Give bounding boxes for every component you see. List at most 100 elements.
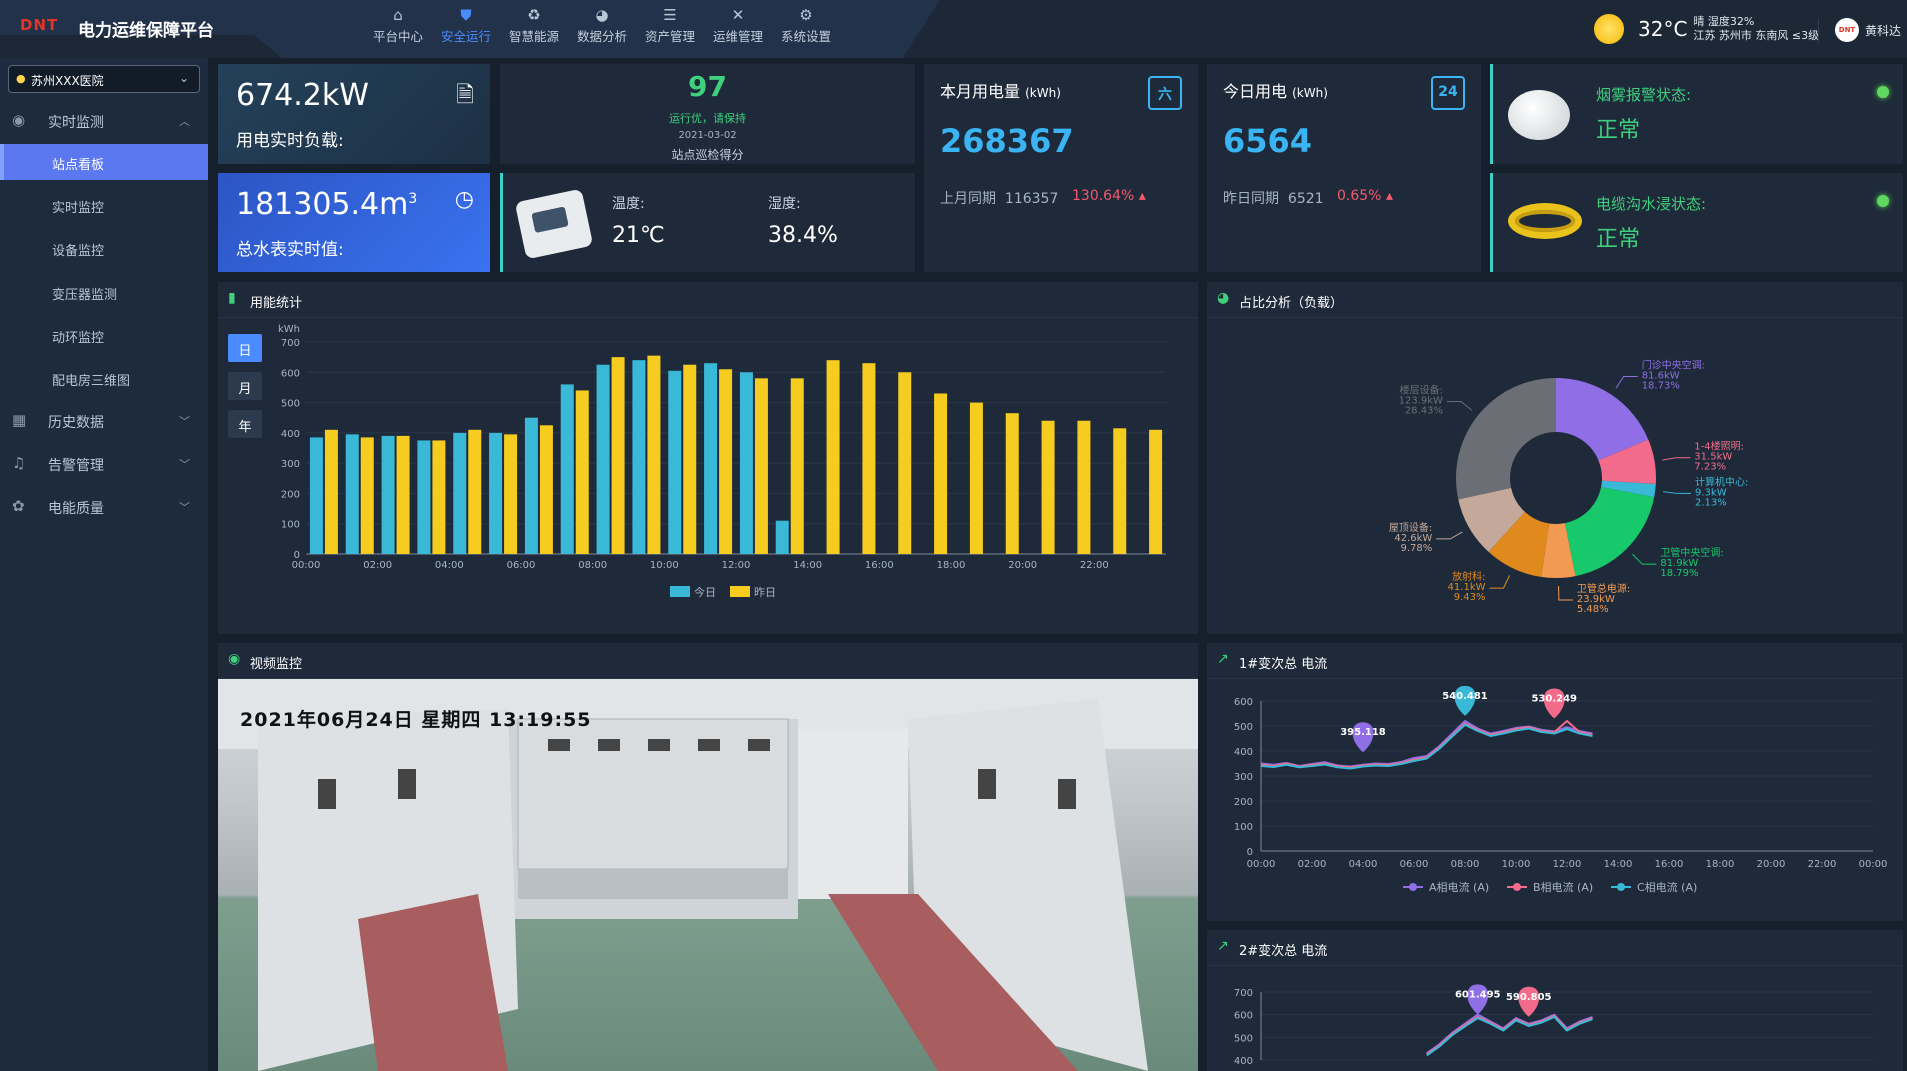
card-accent <box>500 173 503 272</box>
menu-group-label: 实时监测 <box>48 115 104 131</box>
menu-group-realtime[interactable]: ◉ 实时监测 ︿ <box>0 104 208 138</box>
temp-value: 21℃ <box>612 223 665 248</box>
panel-header: ◉ 视频监控 <box>218 643 1198 679</box>
power-doc-icon: 🗎 <box>456 83 474 108</box>
legend-swatch <box>730 586 750 597</box>
line-chart-icon: ↗ <box>1217 651 1229 667</box>
bar-yesterday <box>1113 428 1127 554</box>
x-tick-label: 02:00 <box>1298 859 1327 870</box>
month-usage-title: 本月用电量 (kWh) <box>940 78 1061 102</box>
menu-group-alarm[interactable]: ♫ 告警管理 ﹀ <box>0 447 208 481</box>
menu-group-quality[interactable]: ✿ 电能质量 ﹀ <box>0 490 208 524</box>
y-tick-label: 500 <box>1234 1033 1253 1044</box>
switchgear-room-image <box>218 679 1198 1071</box>
x-tick-label: 20:00 <box>1757 859 1786 870</box>
pie-slice <box>1456 378 1556 500</box>
site-select[interactable]: ● 苏州XXX医院 ⌄ <box>8 65 200 93</box>
x-tick-label: 22:00 <box>1080 560 1109 571</box>
period-month-button[interactable]: 月 <box>228 372 262 400</box>
nav-item-platform[interactable]: ⌂ 平台中心 <box>364 6 432 45</box>
pie-label-pct: 28.43% <box>1405 406 1443 417</box>
period-year-button[interactable]: 年 <box>228 410 262 438</box>
max-marker-label: 540.481 <box>1442 691 1488 702</box>
x-tick-label: 02:00 <box>363 560 392 571</box>
pie-icon: ◕ <box>595 6 609 24</box>
today-cmp-label: 昨日同期 <box>1223 191 1279 207</box>
panel-header: ▮ 用能统计 <box>218 282 1198 318</box>
sidebar-item-transformer[interactable]: 变压器监测 <box>0 274 208 310</box>
monitor-icon: ◉ <box>12 111 26 129</box>
x-tick-label: 10:00 <box>1502 859 1531 870</box>
y-tick-label: 700 <box>1234 988 1253 999</box>
bar-yesterday <box>683 364 697 554</box>
nav-label: 运维管理 <box>712 29 763 44</box>
nav-item-analysis[interactable]: ◕ 数据分析 <box>568 6 636 45</box>
bar-yesterday <box>969 402 983 554</box>
y-tick-label: 700 <box>281 338 300 349</box>
max-marker-label: 590.805 <box>1506 992 1552 1003</box>
card-accent <box>1490 173 1493 272</box>
user-name: 黄科达 <box>1865 23 1902 38</box>
x-tick-label: 10:00 <box>650 560 679 571</box>
month-unit: (kWh) <box>1025 86 1061 100</box>
sidebar-item-site-board[interactable]: 站点看板 <box>0 144 208 180</box>
water-label: 总水表实时值: <box>236 240 344 260</box>
bar-yesterday <box>396 435 410 554</box>
nav-item-assets[interactable]: ☰ 资产管理 <box>636 6 704 45</box>
video-feed[interactable]: 2021年06月24日 星期四 13:19:55 <box>218 679 1198 1071</box>
today-compare: 昨日同期 6521 <box>1223 188 1324 208</box>
bar-yesterday <box>1005 413 1019 554</box>
bar-yesterday <box>1149 429 1163 554</box>
energy-bar-chart: kWh010020030040050060070000:00 02:00 04:00… <box>278 324 1166 599</box>
period-day-button[interactable]: 日 <box>228 334 262 362</box>
bar-yesterday <box>575 390 589 554</box>
series-line <box>1260 720 1593 768</box>
water-unit-sup: 3 <box>408 191 418 207</box>
x-tick-label: 22:00 <box>1808 859 1837 870</box>
chevron-up-icon: ︿ <box>179 115 190 128</box>
arrow-up-icon: ▴ <box>1138 188 1146 204</box>
x-tick-label: 12:00 <box>722 560 751 571</box>
user-menu[interactable]: DNT 黄科达 <box>1818 18 1901 42</box>
panel-title: 占比分析（负载） <box>1239 296 1344 311</box>
bar-today <box>560 384 574 554</box>
panel-header: ↗ 1#变次总 电流 <box>1207 643 1903 679</box>
pie-label-pct: 18.79% <box>1660 568 1698 579</box>
y-tick-label: 300 <box>281 459 300 470</box>
nav-item-energy[interactable]: ♻ 智慧能源 <box>500 6 568 45</box>
bar-yesterday <box>934 393 948 554</box>
sidebar-item-device-monitor[interactable]: 设备监控 <box>0 230 208 266</box>
nav-item-settings[interactable]: ⚙ 系统设置 <box>772 6 840 45</box>
sidebar-item-environment[interactable]: 动环监控 <box>0 317 208 353</box>
menu-group-history[interactable]: ▦ 历史数据 ﹀ <box>0 404 208 438</box>
pie-leader-line <box>1663 491 1692 494</box>
today-pct-value: 0.65% <box>1337 188 1382 204</box>
status-dot <box>1877 86 1889 98</box>
score-card: 97 运行优，请保持 2021-03-02 站点巡检得分 <box>500 64 915 164</box>
series-line <box>1260 720 1593 769</box>
chevron-down-icon: ﹀ <box>179 501 190 514</box>
sidebar-item-realtime-monitor[interactable]: 实时监控 <box>0 187 208 223</box>
panel-title: 2#变次总 电流 <box>1239 944 1328 959</box>
score-status: 运行优，请保持 <box>669 112 746 125</box>
menu-group-label: 告警管理 <box>48 458 104 474</box>
main-nav: ⌂ 平台中心 ⛊ 安全运行 ♻ 智慧能源 ◕ 数据分析 ☰ 资产管理 ✕ 运维管理 ⚙ 系统设… <box>364 6 840 45</box>
clock-24-icon: 24 <box>1431 76 1465 110</box>
thermo-hygrometer-icon <box>514 188 594 260</box>
max-marker-label: 601.495 <box>1455 989 1501 1000</box>
nav-item-maintenance[interactable]: ✕ 运维管理 <box>704 6 772 45</box>
bar-today <box>309 437 323 554</box>
bar-yesterday <box>504 434 518 554</box>
today-pct: 0.65% ▴ <box>1337 188 1393 204</box>
sidebar-item-3d-room[interactable]: 配电房三维图 <box>0 360 208 396</box>
avatar: DNT <box>1835 18 1859 42</box>
cable-flood-title: 电缆沟水浸状态: <box>1596 195 1707 213</box>
pie-leader-line <box>1446 401 1473 411</box>
chevron-down-icon: ﹀ <box>179 415 190 428</box>
load-value: 674.2kW <box>236 78 369 113</box>
legend-dot <box>1617 883 1625 891</box>
quality-icon: ✿ <box>12 497 25 515</box>
sidebar: ● 苏州XXX医院 ⌄ ◉ 实时监测 ︿ 站点看板 实时监控 设备监控 变压器监… <box>0 58 208 1071</box>
video-panel: ◉ 视频监控 2021年06月24日 星期四 13:19:55 <box>218 643 1198 1071</box>
nav-item-safety[interactable]: ⛊ 安全运行 <box>432 6 500 45</box>
